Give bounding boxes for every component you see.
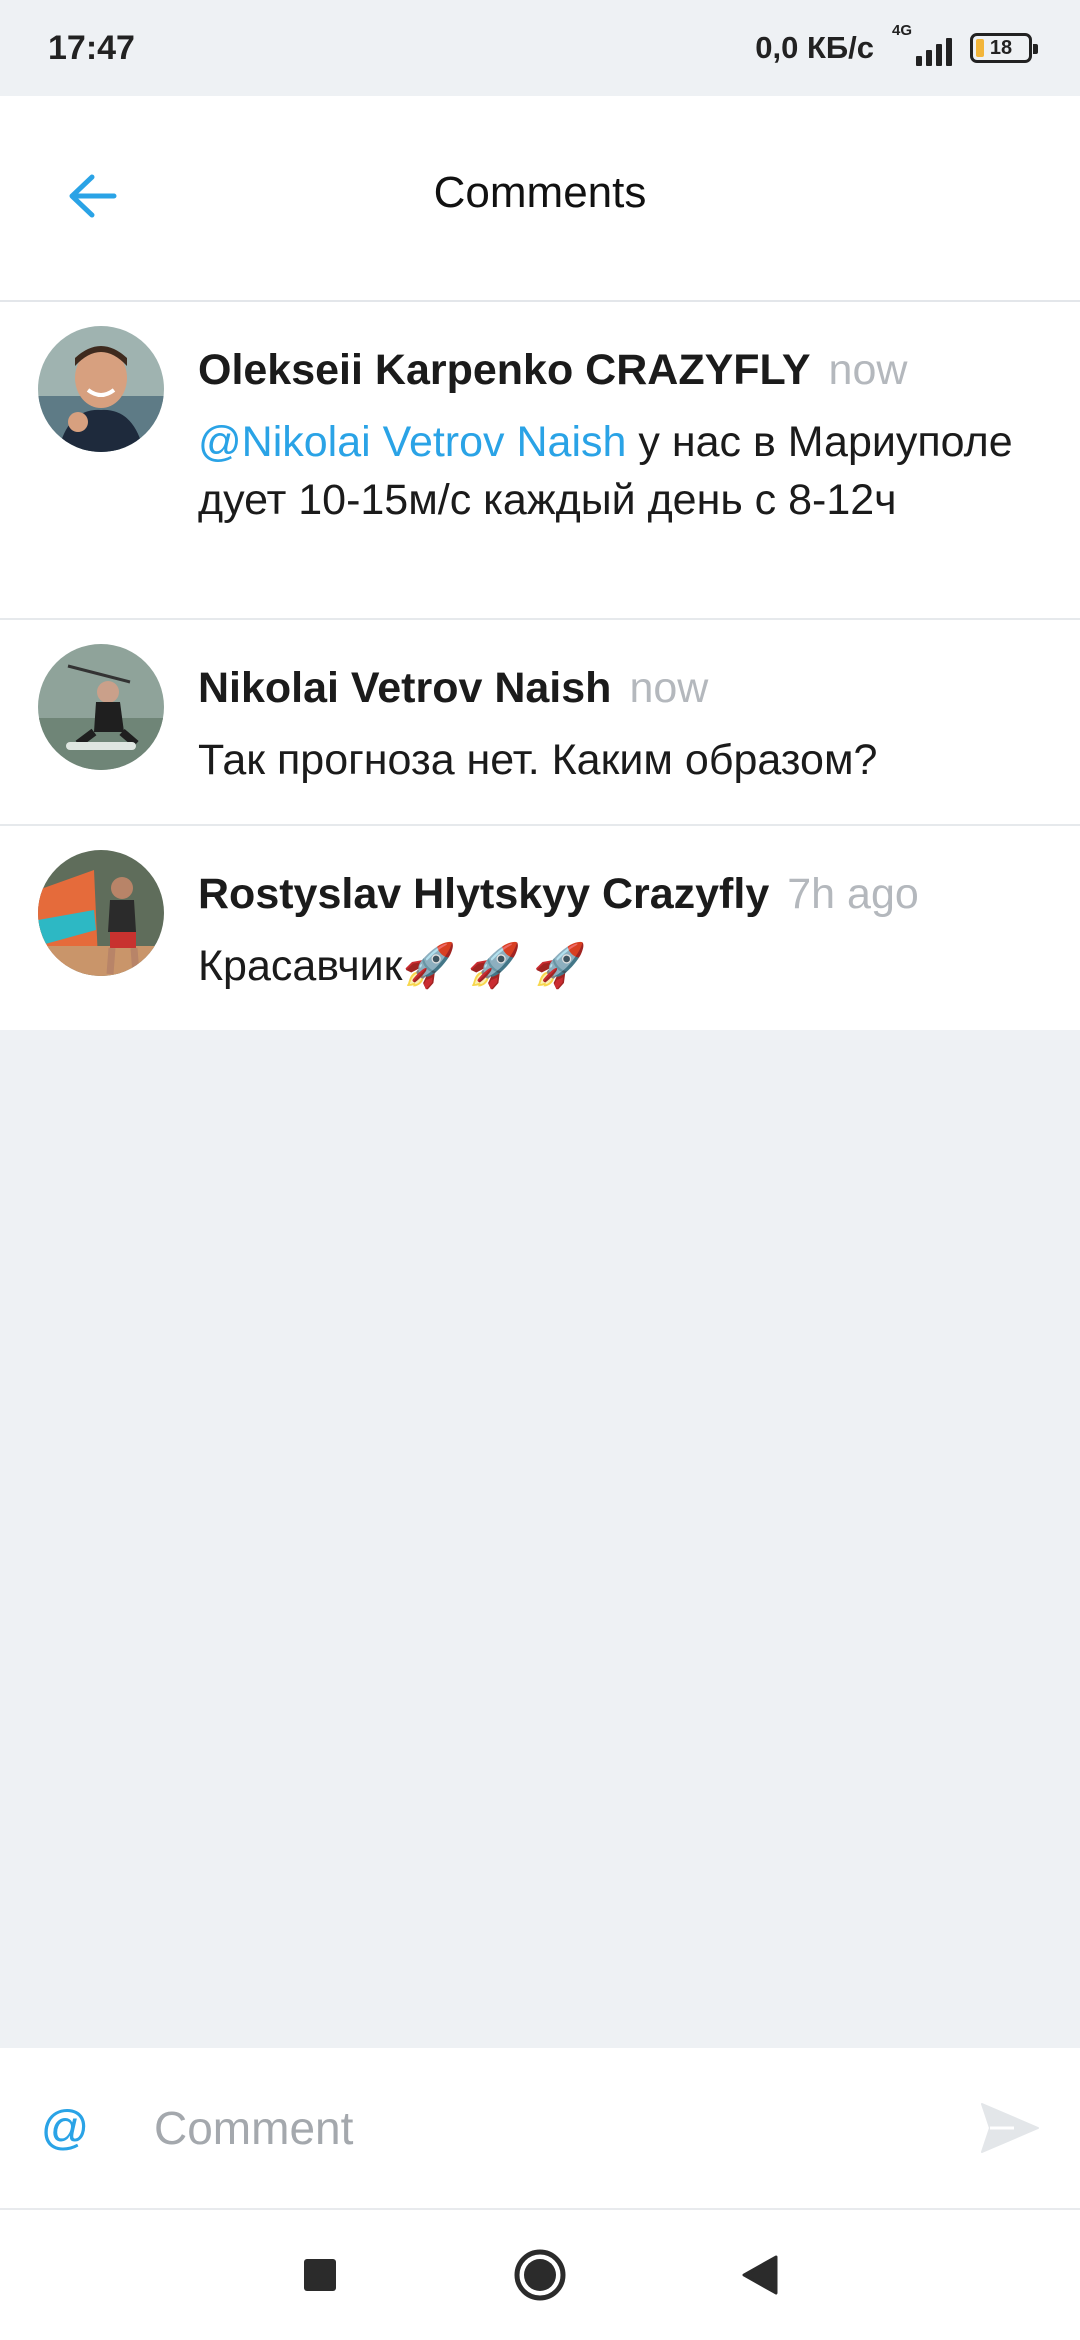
circle-icon [514, 2249, 566, 2301]
status-time: 17:47 [48, 28, 135, 67]
status-bar: 17:47 0,0 КБ/с 4G 18 [0, 0, 1080, 96]
avatar[interactable] [38, 850, 164, 976]
comment-composer: @ [0, 2048, 1080, 2210]
square-icon [304, 2259, 336, 2291]
mention-button[interactable]: @ [0, 2101, 130, 2156]
recents-button[interactable] [290, 2245, 350, 2305]
system-nav-bar [0, 2210, 1080, 2340]
comment-time: now [828, 346, 908, 394]
send-icon [981, 2103, 1039, 2153]
status-indicators: 0,0 КБ/с 4G 18 [755, 22, 1038, 68]
comment-item: Olekseii Karpenko CRAZYFLY now @Nikolai … [0, 302, 1080, 620]
avatar[interactable] [38, 326, 164, 452]
comments-list: Olekseii Karpenko CRAZYFLY now @Nikolai … [0, 302, 1080, 1030]
comment-text: @Nikolai Vetrov Naish у нас в Мариуполе … [198, 413, 1040, 529]
network-speed: 0,0 КБ/с [755, 30, 874, 65]
page-title: Comments [433, 168, 647, 217]
comment-author[interactable]: Rostyslav Hlytskyy Crazyfly [198, 870, 769, 919]
battery-icon: 18 [970, 33, 1038, 63]
comment-author[interactable]: Olekseii Karpenko CRAZYFLY [198, 346, 811, 395]
send-button[interactable] [940, 2102, 1080, 2154]
comment-text: Красавчик🚀 🚀 🚀 [198, 942, 587, 990]
comment-time: 7h ago [787, 870, 919, 918]
network-type: 4G [892, 22, 913, 39]
signal-icon: 4G [892, 22, 952, 68]
mention-link[interactable]: @Nikolai Vetrov Naish [198, 418, 626, 466]
triangle-back-icon [742, 2255, 778, 2295]
comment-input[interactable] [130, 2078, 940, 2178]
home-button[interactable] [510, 2245, 570, 2305]
comment-author[interactable]: Nikolai Vetrov Naish [198, 664, 611, 713]
battery-level: 18 [989, 36, 1013, 59]
comment-time: now [629, 664, 709, 712]
app-header: Comments [0, 96, 1080, 302]
comment-item: Nikolai Vetrov Naish now Так прогноза не… [0, 620, 1080, 826]
avatar[interactable] [38, 644, 164, 770]
comment-item: Rostyslav Hlytskyy Crazyfly 7h ago Краса… [0, 826, 1080, 1030]
nav-back-button[interactable] [730, 2245, 790, 2305]
comment-text: Так прогноза нет. Каким образом? [198, 736, 878, 784]
